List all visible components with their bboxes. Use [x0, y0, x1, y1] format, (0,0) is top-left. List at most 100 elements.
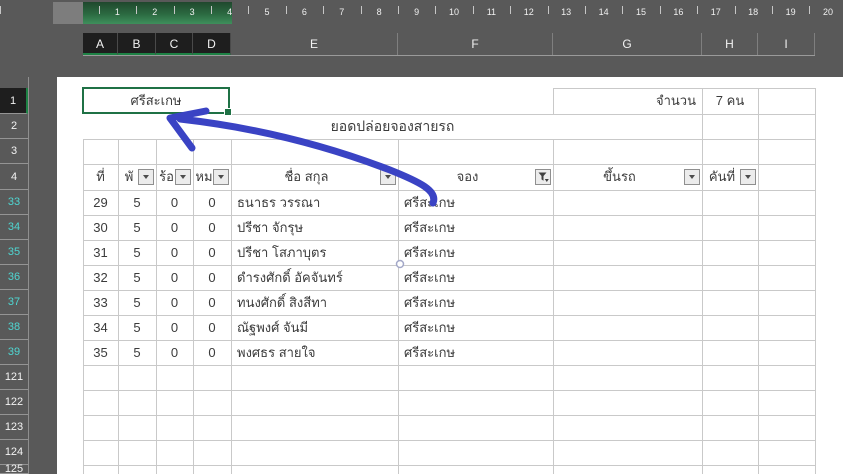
cell-b38[interactable]: 5 [118, 315, 156, 340]
cell-f38[interactable]: ศรีสะเกษ [404, 315, 553, 340]
cell-a36[interactable]: 32 [83, 265, 118, 290]
cell-f35[interactable]: ศรีสะเกษ [404, 240, 553, 265]
chevron-glyph [218, 175, 224, 179]
cell-b34[interactable]: 5 [118, 215, 156, 240]
cell-e35[interactable]: ปรีชา โสภาบุตร [237, 240, 398, 265]
row-header-37[interactable]: 37 [0, 290, 28, 315]
ruler-number-8: 8 [376, 7, 382, 17]
ruler-margin-zone [53, 2, 83, 24]
cell-b33[interactable]: 5 [118, 190, 156, 215]
header-cell-g4[interactable]: ขึ้นรถ [553, 164, 686, 190]
cell-f34[interactable]: ศรีสะเกษ [404, 215, 553, 240]
cell-b35[interactable]: 5 [118, 240, 156, 265]
cell-c38[interactable]: 0 [156, 315, 193, 340]
cell-e33[interactable]: ธนาธร วรรณา [237, 190, 398, 215]
header-cell-c4[interactable]: ร้อ [156, 164, 177, 190]
cell-f37[interactable]: ศรีสะเกษ [404, 290, 553, 315]
column-header-d[interactable]: D [193, 33, 231, 56]
row-header-123[interactable]: 123 [0, 415, 28, 440]
header-cell-a4[interactable]: ที่ [83, 164, 118, 190]
ruler-tick [659, 6, 661, 14]
ruler-tick [248, 6, 250, 14]
cell-d36[interactable]: 0 [193, 265, 231, 290]
row-header-38[interactable]: 38 [0, 315, 28, 340]
cell-d37[interactable]: 0 [193, 290, 231, 315]
cell-a35[interactable]: 31 [83, 240, 118, 265]
column-header-h[interactable]: H [702, 33, 758, 56]
row-header-36[interactable]: 36 [0, 265, 28, 290]
cell-d33[interactable]: 0 [193, 190, 231, 215]
row-header-121[interactable]: 121 [0, 365, 28, 390]
header-cell-d4[interactable]: หม [193, 164, 215, 190]
cell-e39[interactable]: พงศธร สายใจ [237, 340, 398, 365]
column-header-a[interactable]: A [83, 33, 118, 56]
cell-g1-count-label[interactable]: จำนวน [553, 88, 696, 113]
cell-d35[interactable]: 0 [193, 240, 231, 265]
header-cell-h4[interactable]: คันที่ [702, 164, 742, 190]
header-cell-f4[interactable]: จอง [398, 164, 537, 190]
row-header-1[interactable]: 1 [0, 88, 28, 114]
header-cell-e4[interactable]: ชื่อ สกุล [231, 164, 382, 190]
cell-c37[interactable]: 0 [156, 290, 193, 315]
selected-cell-a1[interactable]: ศรีสะเกษ [82, 87, 232, 116]
cell-c35[interactable]: 0 [156, 240, 193, 265]
cell-a34[interactable]: 30 [83, 215, 118, 240]
column-header-b[interactable]: B [118, 33, 156, 56]
cell-d39[interactable]: 0 [193, 340, 231, 365]
ruler-number-16: 16 [673, 7, 684, 17]
fill-handle[interactable] [224, 108, 232, 116]
row-header-122[interactable]: 122 [0, 390, 28, 415]
row-header-2[interactable]: 2 [0, 114, 28, 139]
cell-b36[interactable]: 5 [118, 265, 156, 290]
cell-e36[interactable]: ดำรงศักดิ์ อัคจันทร์ [237, 265, 398, 290]
row-header-124[interactable]: 124 [0, 440, 28, 465]
ruler-number-15: 15 [635, 7, 646, 17]
chevron-down-icon[interactable] [380, 169, 396, 185]
cell-a37[interactable]: 33 [83, 290, 118, 315]
cell-b37[interactable]: 5 [118, 290, 156, 315]
cell-f36[interactable]: ศรีสะเกษ [404, 265, 553, 290]
cell-e37[interactable]: ทนงศักดิ์ สิงสีทา [237, 290, 398, 315]
row-header-39[interactable]: 39 [0, 340, 28, 365]
column-header-f[interactable]: F [398, 33, 553, 56]
cell-title-merged[interactable]: ยอดปล่อยจองสายรถ [83, 114, 702, 139]
chevron-down-icon[interactable] [138, 169, 154, 185]
ruler-tick [584, 6, 586, 14]
ruler-tick [210, 6, 212, 14]
cell-a33[interactable]: 29 [83, 190, 118, 215]
cell-c33[interactable]: 0 [156, 190, 193, 215]
cell-c36[interactable]: 0 [156, 265, 193, 290]
column-header-c[interactable]: C [156, 33, 193, 56]
row-header-33[interactable]: 33 [0, 190, 28, 215]
row-header-125[interactable]: 125 [0, 464, 28, 474]
column-header-e[interactable]: E [231, 33, 398, 56]
cell-f39[interactable]: ศรีสะเกษ [404, 340, 553, 365]
funnel-icon[interactable] [535, 169, 551, 185]
header-cell-b4[interactable]: พั [118, 164, 140, 190]
ruler-tick [809, 6, 811, 14]
row-header-35[interactable]: 35 [0, 240, 28, 265]
column-header-g[interactable]: G [553, 33, 702, 56]
cell-a38[interactable]: 34 [83, 315, 118, 340]
cell-c34[interactable]: 0 [156, 215, 193, 240]
column-header-i[interactable]: I [758, 33, 815, 56]
chevron-down-icon[interactable] [684, 169, 700, 185]
chevron-down-icon[interactable] [740, 169, 756, 185]
chevron-down-icon[interactable] [175, 169, 191, 185]
cell-d34[interactable]: 0 [193, 215, 231, 240]
cell-d38[interactable]: 0 [193, 315, 231, 340]
cell-a39[interactable]: 35 [83, 340, 118, 365]
cell-e38[interactable]: ณัฐพงศ์ จันมี [237, 315, 398, 340]
row-header-3[interactable]: 3 [0, 139, 28, 164]
cell-f33[interactable]: ศรีสะเกษ [404, 190, 553, 215]
cell-c39[interactable]: 0 [156, 340, 193, 365]
ruler-tick [547, 6, 549, 14]
ruler-tick [510, 6, 512, 14]
cell-b39[interactable]: 5 [118, 340, 156, 365]
ruler-number-12: 12 [523, 7, 534, 17]
row-header-34[interactable]: 34 [0, 215, 28, 240]
chevron-down-icon[interactable] [213, 169, 229, 185]
row-header-4[interactable]: 4 [0, 164, 28, 190]
cell-e34[interactable]: ปรีชา จักรุษ [237, 215, 398, 240]
cell-h1-count-value[interactable]: 7 คน [702, 88, 758, 113]
